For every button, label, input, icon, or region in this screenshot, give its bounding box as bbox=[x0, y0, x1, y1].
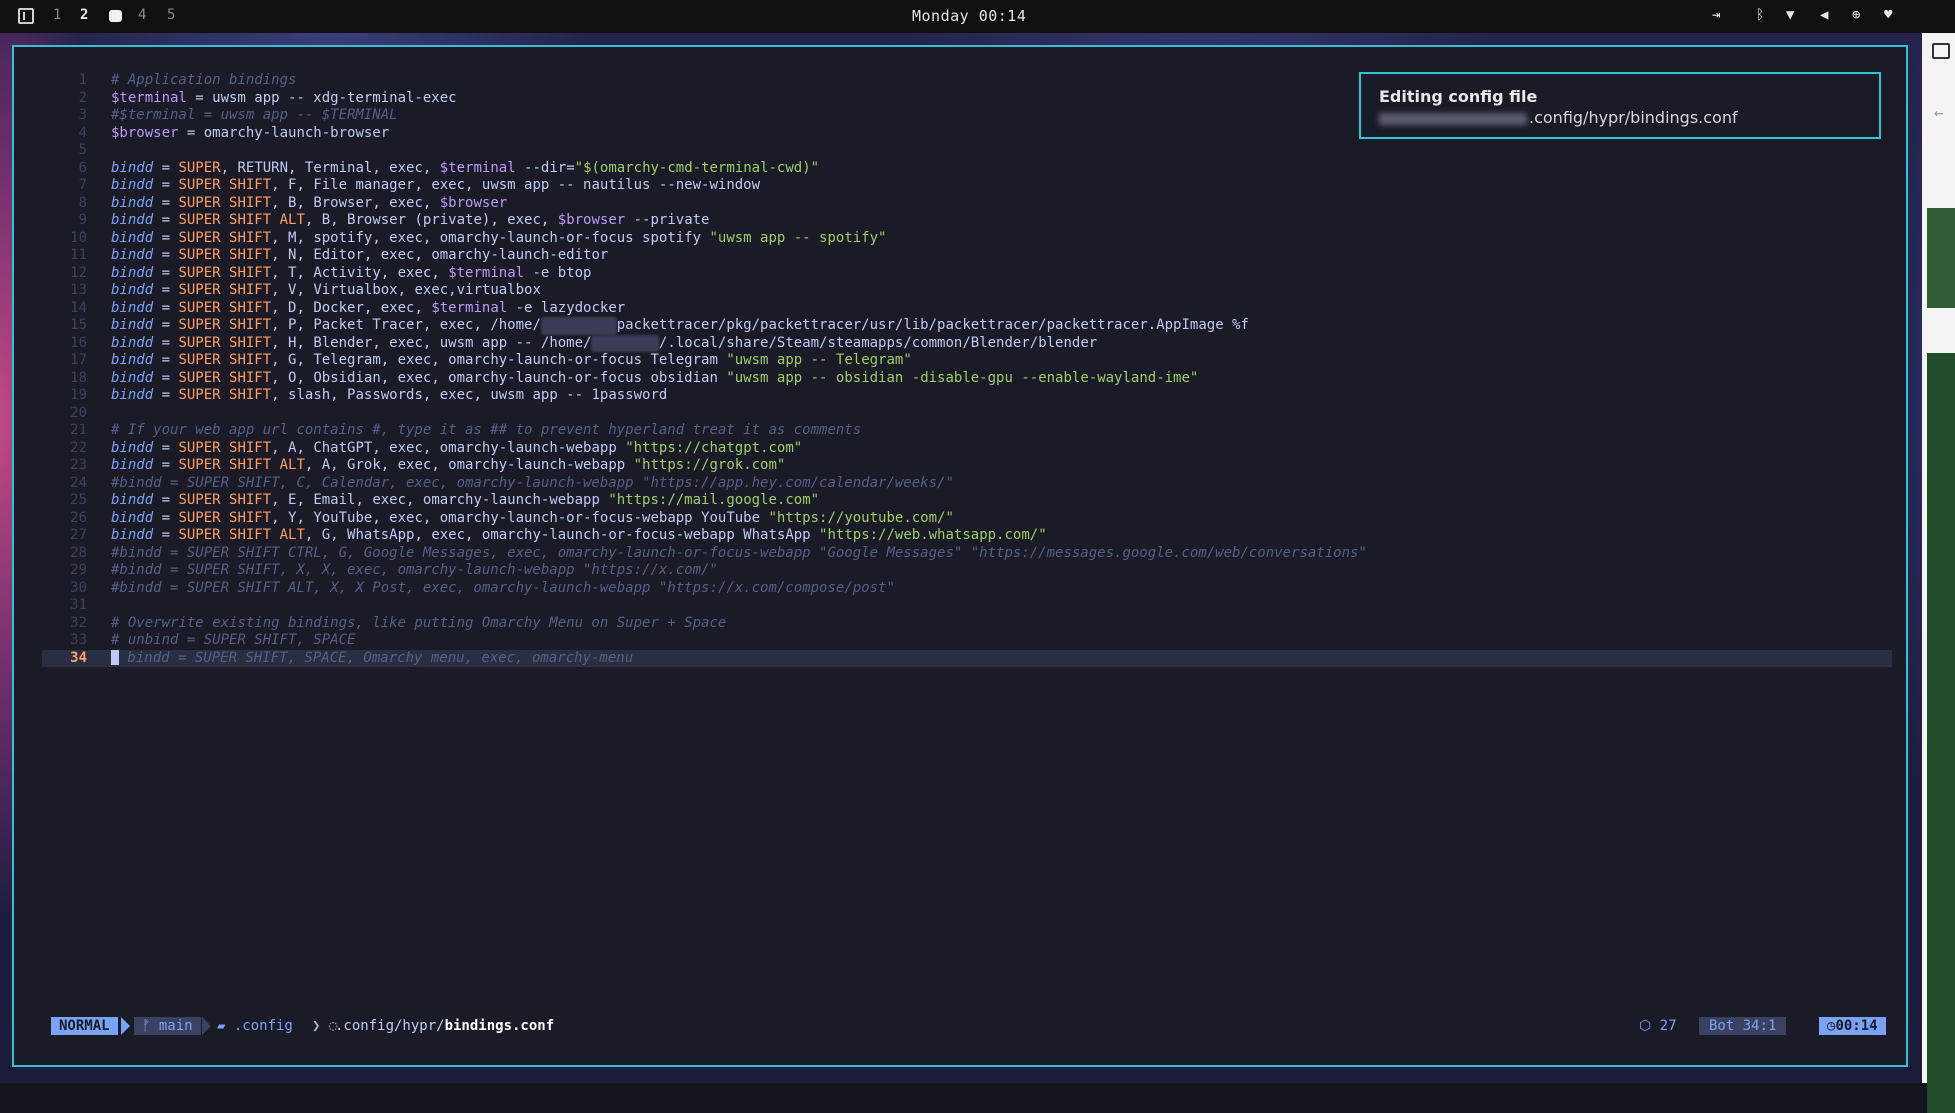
code-line: 19 bindd = SUPER SHIFT, slash, Passwords,… bbox=[70, 387, 668, 403]
code-line: 33 # unbind = SUPER SHIFT, SPACE bbox=[70, 632, 356, 648]
git-branch: ᚠ main bbox=[134, 1017, 201, 1035]
app-launcher-icon[interactable] bbox=[18, 8, 34, 24]
powerline-separator bbox=[121, 1017, 130, 1035]
package-icon: ⬡ bbox=[1639, 1018, 1660, 1034]
folder-icon: ▰ bbox=[217, 1018, 234, 1034]
code-line: 23 bindd = SUPER SHIFT ALT, A, Grok, exec… bbox=[70, 457, 786, 473]
power-menu-icon[interactable]: ⇥ bbox=[1712, 7, 1720, 23]
code-line: 15 bindd = SUPER SHIFT, P, Packet Tracer,… bbox=[70, 317, 1249, 335]
code-line: 21 # If your web app url contains #, type… bbox=[70, 422, 862, 438]
code-line: 5 bbox=[78, 142, 87, 158]
clock[interactable]: Monday 00:14 bbox=[912, 7, 1026, 25]
code-line: 10 bindd = SUPER SHIFT, M, spotify, exec,… bbox=[70, 229, 887, 246]
image-fragment bbox=[1927, 208, 1955, 308]
status-line: NORMAL ᚠ main ▰ .config ❯ ◌ .config/hypr… bbox=[39, 1017, 1889, 1035]
powerline-separator bbox=[202, 1017, 211, 1035]
code-line: 26 bindd = SUPER SHIFT, Y, YouTube, exec,… bbox=[70, 509, 954, 526]
notification-title: Editing config file bbox=[1379, 87, 1538, 106]
redacted-username: xxxxxxxxx bbox=[540, 317, 617, 335]
notification-toast[interactable]: Editing config file .config/hypr/binding… bbox=[1359, 72, 1881, 139]
current-directory: ▰ .config bbox=[217, 1018, 293, 1034]
mode-indicator: NORMAL bbox=[51, 1017, 118, 1035]
code-line: 14 bindd = SUPER SHIFT, D, Docker, exec, … bbox=[70, 299, 626, 316]
code-line: 17 bindd = SUPER SHIFT, G, Telegram, exec… bbox=[70, 352, 912, 368]
code-line: 7 bindd = SUPER SHIFT, F, File manager, e… bbox=[78, 177, 761, 193]
sidebar-toggle-icon[interactable] bbox=[1932, 43, 1950, 59]
workspace-1[interactable]: 1 bbox=[53, 7, 61, 23]
statusline-clock: ◷00:14 bbox=[1819, 1017, 1886, 1035]
file-path: .config/hypr/bindings.conf bbox=[335, 1018, 555, 1034]
file-name: bindings.conf bbox=[444, 1018, 555, 1034]
code-line: 30 #bindd = SUPER SHIFT ALT, X, X Post, e… bbox=[70, 579, 895, 596]
image-fragment bbox=[1927, 313, 1955, 353]
editor-buffer[interactable]: 1 # Application bindings 2 $terminal = uws… bbox=[42, 72, 1892, 952]
bluetooth-icon[interactable]: ᛒ bbox=[1756, 7, 1764, 23]
code-line: 9 bindd = SUPER SHIFT ALT, B, Browser (pr… bbox=[78, 212, 710, 228]
wifi-icon[interactable]: ▼ bbox=[1786, 7, 1794, 23]
volume-icon[interactable]: ◀ bbox=[1820, 7, 1828, 23]
battery-icon[interactable]: ♥ bbox=[1884, 7, 1892, 23]
code-line: 22 bindd = SUPER SHIFT, A, ChatGPT, exec,… bbox=[70, 439, 803, 456]
code-line: 25 bindd = SUPER SHIFT, E, Email, exec, o… bbox=[70, 492, 820, 508]
notification-body: .config/hypr/bindings.conf bbox=[1379, 108, 1738, 127]
diagnostics-count: ⬡ 27 bbox=[1639, 1018, 1677, 1034]
code-line: 18 bindd = SUPER SHIFT, O, Obsidian, exec… bbox=[70, 369, 1199, 386]
redacted-username: xxxxxxxx bbox=[591, 334, 659, 352]
code-line: 8 bindd = SUPER SHIFT, B, Browser, exec, … bbox=[78, 194, 508, 211]
code-line: 20 bbox=[70, 404, 87, 421]
workspace-5[interactable]: 5 bbox=[167, 7, 175, 23]
code-line: 24 #bindd = SUPER SHIFT, C, Calendar, exe… bbox=[70, 474, 954, 491]
code-line: 6 bindd = SUPER, RETURN, Terminal, exec, … bbox=[78, 159, 820, 176]
cursor-position: Bot 34:1 bbox=[1699, 1017, 1787, 1035]
code-line: 32 # Overwrite existing bindings, like pu… bbox=[70, 614, 727, 631]
code-line: 16 bindd = SUPER SHIFT, H, Blender, exec,… bbox=[70, 334, 1098, 352]
code-line: 28 #bindd = SUPER SHIFT CTRL, G, Google M… bbox=[70, 544, 1367, 561]
terminal-window[interactable]: 1 # Application bindings 2 $terminal = uws… bbox=[12, 45, 1908, 1067]
git-branch-icon: ᚠ bbox=[142, 1018, 159, 1034]
cpu-icon[interactable]: ⊕ bbox=[1852, 7, 1860, 23]
text-cursor bbox=[111, 650, 119, 665]
back-arrow-icon[interactable]: ← bbox=[1934, 103, 1944, 122]
image-fragment bbox=[1927, 353, 1955, 1113]
code-line: 12 bindd = SUPER SHIFT, T, Activity, exec… bbox=[70, 264, 592, 281]
code-line: 31 bbox=[70, 597, 87, 613]
workspace-4[interactable]: 4 bbox=[138, 7, 146, 23]
workspace-occupied-indicator[interactable] bbox=[109, 10, 122, 22]
chevron-right-icon: ❯ ◌ bbox=[312, 1018, 338, 1034]
current-line[interactable]: 34 bindd = SUPER SHIFT, SPACE, Omarchy m… bbox=[42, 649, 1892, 667]
top-bar: 1 2 4 5 Monday 00:14 ⇥ ᛒ ▼ ◀ ⊕ ♥ bbox=[0, 0, 1955, 33]
code-line: 29 #bindd = SUPER SHIFT, X, X, exec, omar… bbox=[70, 562, 718, 578]
code-line: 13 bindd = SUPER SHIFT, V, Virtualbox, ex… bbox=[70, 282, 541, 298]
workspace-2[interactable]: 2 bbox=[80, 7, 88, 23]
adjacent-window-edge[interactable]: ← bbox=[1922, 33, 1955, 1113]
code-line: 11 bindd = SUPER SHIFT, N, Editor, exec, … bbox=[70, 247, 609, 263]
redacted-path bbox=[1379, 112, 1527, 125]
code-line: 27 bindd = SUPER SHIFT ALT, G, WhatsApp, … bbox=[70, 527, 1047, 543]
